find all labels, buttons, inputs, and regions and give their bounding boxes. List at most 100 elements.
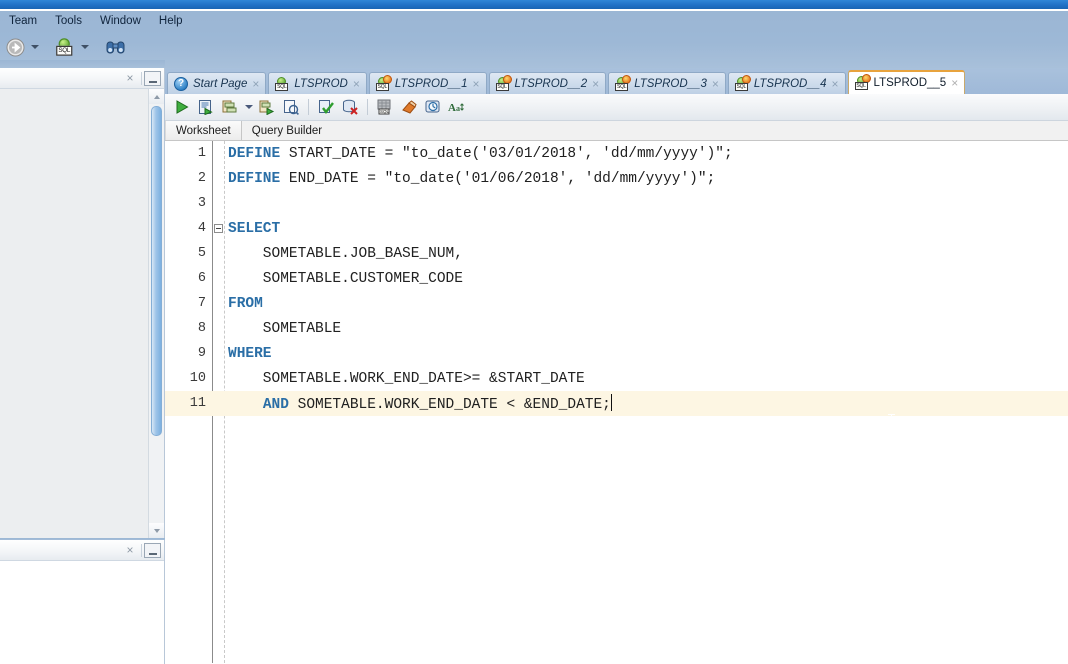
menu-item-window[interactable]: Window — [91, 13, 150, 29]
sql-plate-label: SQL — [55, 45, 72, 56]
sql-worksheet-modified-icon: SQL — [495, 74, 512, 91]
green-play-icon[interactable] — [170, 96, 194, 118]
fold-cell[interactable] — [212, 224, 224, 233]
scrollbar-down-arrow-icon[interactable] — [149, 523, 164, 538]
left-dock-bottom-panel: × — [0, 540, 165, 664]
code-line[interactable]: 3 — [165, 191, 1068, 216]
text-caret — [610, 394, 612, 411]
commit-check-icon[interactable] — [314, 96, 338, 118]
sql-worksheet-icon: SQL — [275, 76, 290, 91]
code-text: SOMETABLE — [228, 320, 342, 337]
line-number: 10 — [189, 371, 206, 386]
code-line[interactable]: 6 SOMETABLE.CUSTOMER_CODE — [165, 266, 1068, 291]
tab-ltsprod-1-close-icon[interactable]: × — [472, 78, 481, 90]
forward-dropdown-chevron-down-icon[interactable] — [28, 35, 42, 59]
code-text: SOMETABLE.JOB_BASE_NUM, — [228, 245, 463, 262]
code-line[interactable]: 2 DEFINE END_DATE = "to_date('01/06/2018… — [165, 166, 1068, 191]
left-dock-bottom-minimize-icon[interactable] — [144, 542, 161, 558]
menu-item-tools-label: Tools — [55, 15, 82, 27]
menu-item-help-label: Help — [158, 15, 183, 27]
editor-tabstrip: ? Start Page × SQL LTSPROD × SQL LTSPROD… — [165, 68, 1068, 94]
tab-ltsprod-4[interactable]: SQL LTSPROD__4 × — [727, 72, 846, 94]
code-text: WHERE — [224, 346, 1068, 362]
sql-grid-icon[interactable]: SQL — [373, 96, 397, 118]
scrollbar-thumb[interactable] — [151, 106, 162, 436]
tab-ltsprod-3[interactable]: SQL LTSPROD__3 × — [608, 72, 726, 94]
code-line[interactable]: 10 SOMETABLE.WORK_END_DATE>= &START_DATE — [165, 366, 1068, 391]
sql-keyword: DEFINE — [228, 145, 281, 162]
clock-icon[interactable] — [421, 96, 445, 118]
svg-text:a: a — [456, 104, 460, 113]
run-script-icon[interactable] — [194, 96, 218, 118]
code-text: AND SOMETABLE.WORK_END_DATE < &END_DATE; — [224, 394, 1068, 413]
tab-query-builder[interactable]: Query Builder — [242, 121, 332, 140]
tab-ltsprod-5-label: LTSPROD__5 — [873, 77, 947, 89]
forward-arrow-icon[interactable] — [2, 35, 28, 59]
left-dock-bottom-body — [0, 561, 164, 664]
tab-ltsprod-1[interactable]: SQL LTSPROD__1 × — [368, 72, 487, 94]
explain-plan-icon[interactable] — [218, 96, 242, 118]
code-line-current[interactable]: 11 AND SOMETABLE.WORK_END_DATE < &END_DA… — [165, 391, 1068, 416]
left-dock-top-divider — [141, 71, 142, 85]
tab-ltsprod-4-close-icon[interactable]: × — [831, 78, 840, 90]
tab-ltsprod-close-icon[interactable]: × — [352, 78, 361, 90]
binoculars-icon[interactable] — [102, 35, 128, 59]
font-size-icon[interactable]: A a — [445, 96, 469, 118]
menu-item-help[interactable]: Help — [150, 13, 192, 29]
connection-dropdown-chevron-down-icon[interactable] — [78, 35, 92, 59]
menu-item-tools[interactable]: Tools — [46, 13, 91, 29]
code-line[interactable]: 7 FROM — [165, 291, 1068, 316]
tab-ltsprod-3-close-icon[interactable]: × — [711, 78, 720, 90]
tab-ltsprod-2-label: LTSPROD__2 — [514, 77, 588, 90]
sql-connection-icon[interactable]: SQL — [52, 35, 78, 59]
line-number: 7 — [197, 296, 206, 311]
menubar: Team Tools Window Help — [0, 12, 1068, 30]
code-line[interactable]: 1 DEFINE START_DATE = "to_date('03/01/20… — [165, 141, 1068, 166]
tab-start-page[interactable]: ? Start Page × — [167, 72, 267, 94]
left-dock-bottom-close-icon[interactable]: × — [122, 542, 138, 558]
tab-start-page-close-icon[interactable]: × — [251, 78, 260, 90]
eraser-icon[interactable] — [397, 96, 421, 118]
tab-query-builder-label: Query Builder — [251, 124, 323, 137]
tab-worksheet[interactable]: Worksheet — [165, 121, 242, 140]
sql-plate-label: SQL — [375, 82, 389, 91]
scrollbar-up-arrow-icon[interactable] — [149, 89, 164, 104]
sql-plate-label: SQL — [734, 82, 748, 91]
menu-item-team[interactable]: Team — [0, 13, 46, 29]
code-fragment: END_DATE = "to_date('01/06/2018', 'dd/mm… — [280, 170, 716, 187]
tab-ltsprod-5-close-icon[interactable]: × — [950, 77, 959, 89]
sql-code-editor[interactable]: 1 DEFINE START_DATE = "to_date('03/01/20… — [165, 141, 1068, 663]
line-number: 2 — [197, 171, 206, 186]
line-number: 11 — [189, 396, 206, 411]
left-dock-top-close-icon[interactable]: × — [122, 70, 138, 86]
sql-plate-label: SQL — [615, 82, 629, 91]
fold-collapse-icon[interactable] — [213, 224, 223, 233]
code-line[interactable]: 5 SOMETABLE.JOB_BASE_NUM, — [165, 241, 1068, 266]
autotrace-icon[interactable] — [255, 96, 279, 118]
svg-text:A: A — [448, 102, 456, 114]
code-fragment: START_DATE = "to_date('03/01/2018', 'dd/… — [280, 145, 733, 162]
line-number: 3 — [197, 196, 206, 211]
line-number: 9 — [197, 346, 206, 361]
worksheet-toolbar: SQL A a — [165, 94, 1068, 121]
left-dock-top-header: × — [0, 68, 164, 89]
left-dock-top-body — [0, 89, 164, 538]
menu-item-team-label: Team — [9, 15, 38, 27]
svg-text:SQL: SQL — [380, 109, 390, 114]
code-line[interactable]: 9 WHERE — [165, 341, 1068, 366]
left-dock-scrollbar[interactable] — [148, 89, 164, 538]
tab-ltsprod-5[interactable]: SQL LTSPROD__5 × — [847, 70, 966, 94]
explain-plan-chevron-down-icon[interactable] — [242, 96, 255, 118]
code-line[interactable]: 8 SOMETABLE — [165, 316, 1068, 341]
tab-ltsprod[interactable]: SQL LTSPROD × — [268, 72, 367, 94]
tab-ltsprod-3-label: LTSPROD__3 — [634, 77, 707, 90]
sql-history-icon[interactable] — [279, 96, 303, 118]
tab-ltsprod-2[interactable]: SQL LTSPROD__2 × — [488, 72, 607, 94]
rollback-icon[interactable] — [338, 96, 362, 118]
tab-ltsprod-label: LTSPROD — [294, 77, 348, 90]
left-dock-top-minimize-icon[interactable] — [144, 70, 161, 86]
sql-keyword: SELECT — [228, 220, 281, 237]
line-number: 4 — [197, 221, 206, 236]
code-line[interactable]: 4 SELECT — [165, 216, 1068, 241]
tab-ltsprod-2-close-icon[interactable]: × — [591, 78, 600, 90]
